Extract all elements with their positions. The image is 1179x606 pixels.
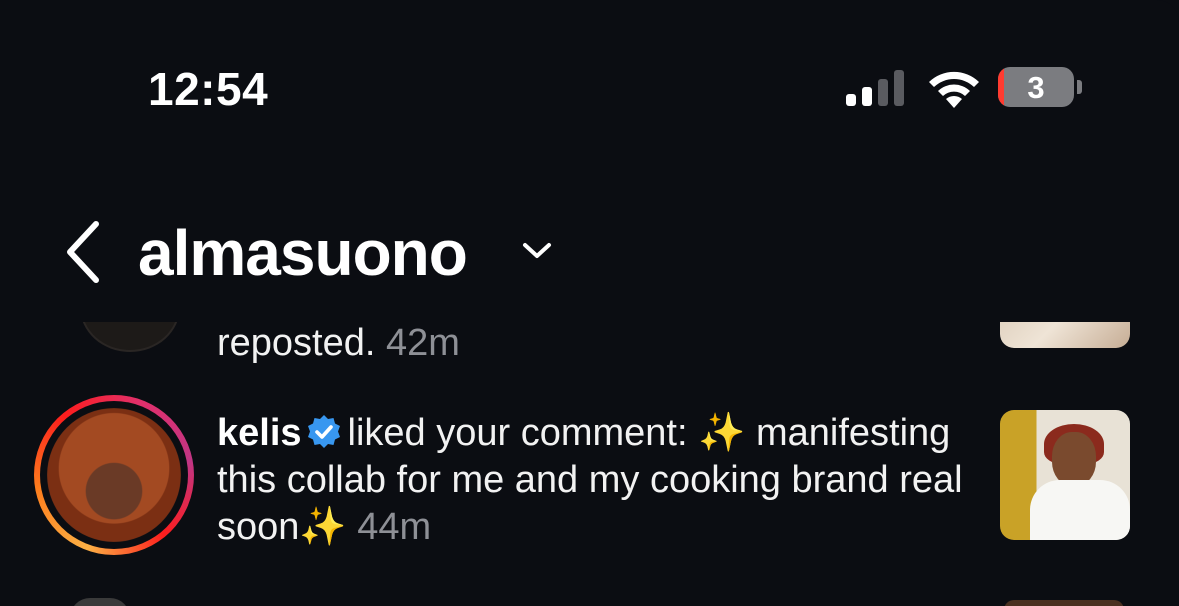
battery-tip bbox=[1077, 80, 1082, 94]
chevron-down-icon[interactable] bbox=[520, 240, 554, 262]
screen: 12:54 3 almasuono reposted. 42m kelis li… bbox=[0, 0, 1179, 606]
wifi-icon bbox=[929, 71, 979, 108]
cellular-signal-icon bbox=[846, 70, 904, 106]
notification-text: reposted. 42m bbox=[217, 322, 460, 365]
notification-time: 44m bbox=[357, 506, 432, 548]
battery-icon: 3 bbox=[998, 67, 1074, 107]
status-time: 12:54 bbox=[148, 63, 269, 115]
post-thumbnail[interactable] bbox=[1004, 600, 1124, 606]
avatar[interactable] bbox=[80, 322, 180, 352]
account-title[interactable]: almasuono bbox=[138, 216, 468, 290]
story-avatar-ring[interactable] bbox=[34, 395, 194, 555]
post-thumbnail[interactable] bbox=[1000, 410, 1130, 540]
battery-level: 3 bbox=[1027, 70, 1045, 105]
notification-username[interactable]: kelis bbox=[217, 412, 302, 454]
notification-action: reposted. bbox=[217, 322, 376, 364]
back-chevron-icon[interactable] bbox=[60, 218, 108, 286]
post-thumbnail[interactable] bbox=[1000, 322, 1130, 348]
notification-time: 42m bbox=[386, 322, 460, 364]
avatar[interactable] bbox=[47, 408, 181, 542]
verified-badge-icon bbox=[307, 415, 340, 448]
notification-text[interactable]: kelis liked your comment: ✨ manifesting … bbox=[217, 410, 977, 551]
